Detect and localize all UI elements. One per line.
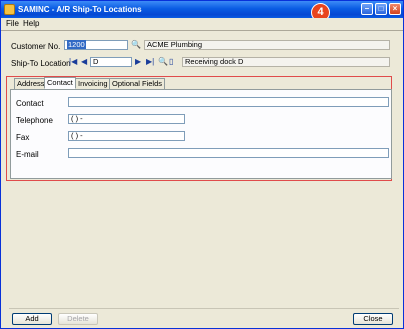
- fax-label: Fax: [16, 133, 30, 142]
- tab-invoicing[interactable]: Invoicing: [75, 78, 111, 89]
- shipto-location-label: Ship-To Location: [11, 59, 71, 68]
- first-record-icon[interactable]: |◀: [69, 57, 77, 67]
- previous-record-icon[interactable]: ◀: [81, 57, 87, 67]
- tab-contact[interactable]: Contact: [44, 77, 76, 89]
- customer-number-value: 1200: [67, 40, 86, 49]
- contact-label: Contact: [16, 99, 44, 108]
- bottom-separator: [9, 308, 399, 309]
- close-button[interactable]: Close: [353, 313, 393, 325]
- tab-address[interactable]: Address: [14, 78, 48, 89]
- customer-finder-icon[interactable]: 🔍: [131, 40, 141, 50]
- shipto-description-field: Receiving dock D: [182, 57, 390, 67]
- maximize-button[interactable]: □: [375, 3, 387, 15]
- shipto-location-field[interactable]: D: [90, 57, 132, 67]
- tab-optional-fields[interactable]: Optional Fields: [109, 78, 166, 89]
- close-window-button[interactable]: ×: [389, 3, 401, 15]
- fax-field[interactable]: ( ) -: [68, 131, 185, 141]
- menu-separator: [1, 30, 403, 31]
- new-record-icon[interactable]: ▯: [169, 57, 173, 67]
- shipto-finder-icon[interactable]: 🔍: [158, 57, 168, 67]
- customer-name-field: ACME Plumbing: [144, 40, 390, 50]
- telephone-label: Telephone: [16, 116, 53, 125]
- app-window: SAMINC - A/R Ship-To Locations 4 – □ × F…: [0, 0, 404, 329]
- email-field[interactable]: [68, 148, 389, 158]
- add-button[interactable]: Add: [12, 313, 52, 325]
- telephone-field[interactable]: ( ) -: [68, 114, 185, 124]
- title-bar[interactable]: SAMINC - A/R Ship-To Locations 4 – □ ×: [1, 1, 403, 22]
- email-label: E-mail: [16, 150, 39, 159]
- window-title: SAMINC - A/R Ship-To Locations: [18, 5, 142, 14]
- menu-help[interactable]: Help: [23, 19, 39, 28]
- customer-number-field[interactable]: 1200: [64, 40, 128, 50]
- menu-bar: File Help: [1, 18, 403, 30]
- minimize-button[interactable]: –: [361, 3, 373, 15]
- contact-field[interactable]: [68, 97, 389, 107]
- customer-number-label: Customer No.: [11, 42, 61, 51]
- delete-button[interactable]: Delete: [58, 313, 98, 325]
- menu-file[interactable]: File: [6, 19, 19, 28]
- last-record-icon[interactable]: ▶|: [146, 57, 154, 67]
- app-icon: [4, 4, 15, 15]
- next-record-icon[interactable]: ▶: [135, 57, 141, 67]
